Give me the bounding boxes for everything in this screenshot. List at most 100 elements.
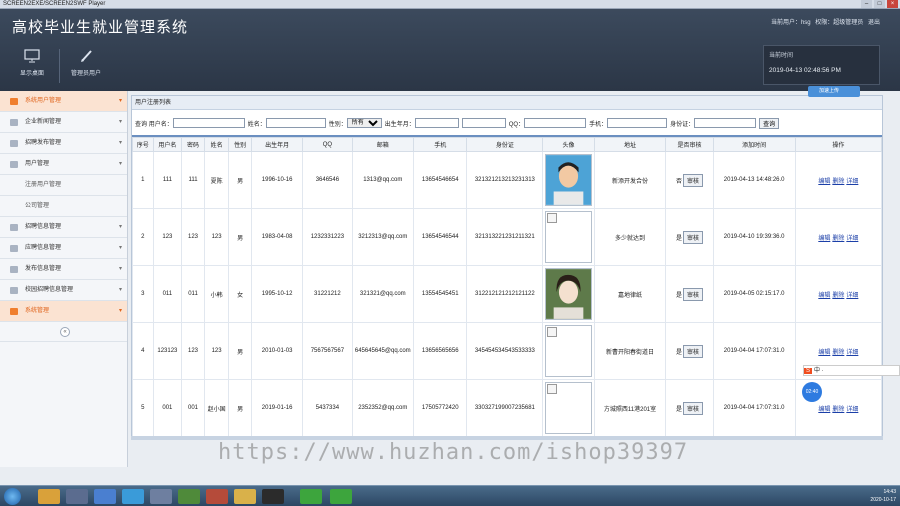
cell-gender: 男 <box>228 322 252 380</box>
sidebar-subitem-registered[interactable]: 注册用户管理 <box>0 175 127 196</box>
detail-link[interactable]: 详细 <box>846 350 858 356</box>
maximize-button[interactable]: □ <box>874 0 885 8</box>
cell-name: 123 <box>203 322 230 380</box>
show-desktop-button[interactable]: 显示桌面 <box>8 49 56 77</box>
delete-link[interactable]: 删除 <box>832 293 844 299</box>
show-desktop-label: 显示桌面 <box>19 71 44 77</box>
taskbar-player-icon[interactable] <box>330 489 352 504</box>
cell-password: 123 <box>181 322 205 380</box>
detail-link[interactable]: 详细 <box>846 236 858 242</box>
admin-user-label: 管理员用户 <box>70 71 101 77</box>
birth-from-input[interactable] <box>414 118 459 128</box>
cell-gender: 男 <box>228 379 252 437</box>
edit-link[interactable]: 编辑 <box>818 350 830 356</box>
taskbar-flash-icon[interactable] <box>206 489 228 504</box>
cell-audit: 是审核 <box>665 379 714 437</box>
admin-user-button[interactable]: 管理员用户 <box>62 49 110 77</box>
gender-select[interactable]: 所有 <box>346 118 382 128</box>
logout-link[interactable]: 退出 <box>868 20 880 26</box>
avatar-photo <box>544 268 592 320</box>
close-button[interactable]: × <box>887 0 898 8</box>
table-row: 5 001 001 赵小国男 2019-01-16 5437334 2352352@qq.c… <box>132 379 883 437</box>
edit-link[interactable]: 编辑 <box>818 179 830 185</box>
cell-no: 3 <box>132 265 154 323</box>
taskbar-folder-icon[interactable] <box>234 489 256 504</box>
watermark: https://www.huzhan.com/ishop39397 <box>218 440 689 465</box>
col-idcard: 身份证 <box>466 137 544 152</box>
cell-no: 5 <box>132 379 154 437</box>
search-bar: 查询 用户名： 姓名： 性别： 所有 出生年月： QQ： 手机： 身份证： 查询 <box>132 113 882 133</box>
col-qq: QQ <box>302 137 353 152</box>
table-row: 3 011 011 小韩女 1995-10-12 31221212 321321@qq.co… <box>132 265 883 323</box>
col-birth: 出生年月 <box>250 137 304 152</box>
sidebar-item-apply-info[interactable]: 应聘信息管理 ▾ <box>0 238 127 259</box>
sidebar-subitem-company[interactable]: 公司管理 <box>0 196 127 217</box>
publish-icon <box>10 266 18 273</box>
sidebar-item-system[interactable]: 系统管理 ▾ <box>0 301 127 322</box>
edit-link[interactable]: 编辑 <box>818 407 830 413</box>
audit-button[interactable]: 审核 <box>683 287 704 301</box>
start-button[interactable] <box>4 488 21 505</box>
audit-button[interactable]: 审核 <box>683 401 704 415</box>
sidebar-item-users[interactable]: 用户管理 ▾ <box>0 154 127 175</box>
edit-link[interactable]: 编辑 <box>818 293 830 299</box>
id-input[interactable] <box>694 118 757 128</box>
sidebar-item-news[interactable]: 企业新闻管理 ▾ <box>0 112 127 133</box>
taskbar-qq-icon[interactable] <box>262 489 284 504</box>
sidebar-item-publish-info[interactable]: 发布信息管理 ▾ <box>0 259 127 280</box>
taskbar-baidu-icon[interactable] <box>94 489 116 504</box>
sidebar-item-system-users[interactable]: 系统用户管理 ▾ <box>0 91 127 112</box>
cell-username: 111 <box>152 151 183 209</box>
cell-address: 新曹开阳春街道日 <box>593 322 667 380</box>
sidebar-item-campus[interactable]: 校园招聘信息管理 ▾ <box>0 280 127 301</box>
taskbar-app-icon[interactable] <box>66 489 88 504</box>
cell-idcard: 321313221231211321 <box>466 208 544 266</box>
cell-birth: 1983-04-08 <box>250 208 304 266</box>
qq-input[interactable] <box>524 118 587 128</box>
delete-link[interactable]: 删除 <box>832 407 844 413</box>
cell-qq: 5437334 <box>302 379 353 437</box>
delete-link[interactable]: 删除 <box>832 179 844 185</box>
ime-toolbar[interactable]: S中 · <box>803 365 900 376</box>
taskbar-wechat-icon[interactable] <box>300 489 322 504</box>
chevron-down-icon: ▾ <box>118 98 122 104</box>
taskbar-editor-icon[interactable] <box>150 489 172 504</box>
cell-password: 123 <box>181 208 205 266</box>
campus-icon <box>10 287 18 294</box>
sidebar-item-recruit[interactable]: 招聘发布管理 ▾ <box>0 133 127 154</box>
detail-link[interactable]: 详细 <box>846 293 858 299</box>
floating-timer-bubble[interactable]: 02:40 <box>802 382 822 402</box>
audit-button[interactable]: 审核 <box>683 230 704 244</box>
cloud-upload-badge[interactable]: 加速上传 <box>808 86 860 97</box>
current-user: 当前用户：hsg <box>770 20 811 26</box>
audit-button[interactable]: 审核 <box>683 173 704 187</box>
audit-button[interactable]: 审核 <box>683 344 704 358</box>
sidebar-item-recruit-info[interactable]: 招聘信息管理 ▾ <box>0 217 127 238</box>
username-input[interactable] <box>172 118 245 128</box>
delete-link[interactable]: 删除 <box>832 350 844 356</box>
detail-link[interactable]: 详细 <box>846 407 858 413</box>
pencil-icon <box>81 50 92 62</box>
search-button[interactable]: 查询 <box>759 117 780 129</box>
table-row: 1 111 111 夏陈男 1996-10-16 3646546 1313@qq.com 13… <box>132 151 883 209</box>
edit-link[interactable]: 编辑 <box>818 236 830 242</box>
detail-link[interactable]: 详细 <box>846 179 858 185</box>
collapse-sidebar-button[interactable]: « <box>60 327 70 337</box>
name-input[interactable] <box>265 118 326 128</box>
system-tray-clock[interactable]: 14:43 2020-10-17 <box>870 488 896 504</box>
taskbar-chrome-icon[interactable] <box>38 489 60 504</box>
cell-added: 2019-04-04 17:07:31.0 <box>712 322 796 380</box>
delete-link[interactable]: 删除 <box>832 236 844 242</box>
audit-status: 是 <box>676 406 683 413</box>
taskbar-browser-icon[interactable] <box>122 489 144 504</box>
birth-to-input[interactable] <box>461 118 506 128</box>
cell-gender: 男 <box>228 151 252 209</box>
cell-address: 多少就达到 <box>593 208 667 266</box>
sidebar-item-label: 发布信息管理 <box>25 266 62 272</box>
minimize-button[interactable]: – <box>861 0 872 8</box>
user-icon <box>10 98 18 105</box>
phone-input[interactable] <box>607 118 668 128</box>
avatar-broken-image <box>544 211 592 263</box>
taskbar-excel-icon[interactable] <box>178 489 200 504</box>
cell-username: 011 <box>152 265 183 323</box>
